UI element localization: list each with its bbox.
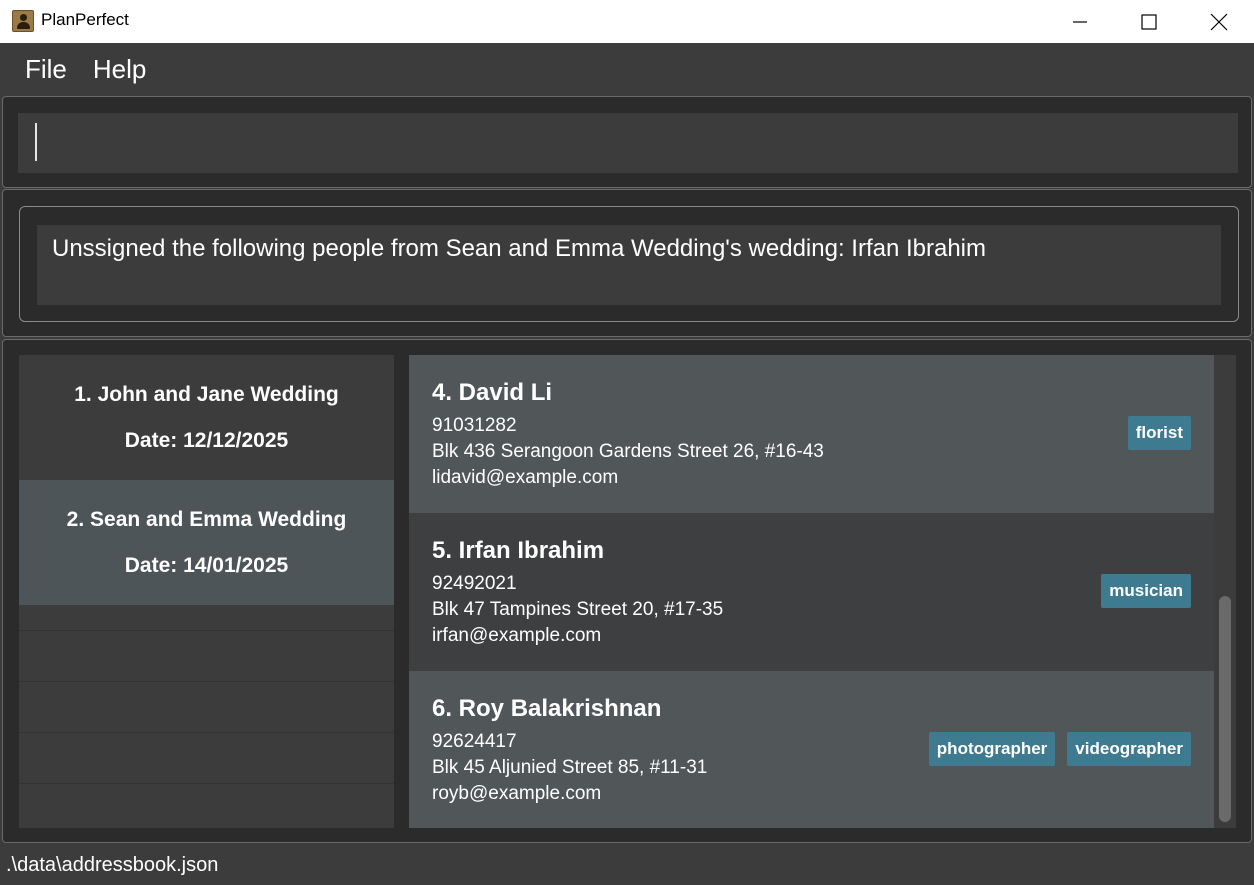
- person-list-scrollbar[interactable]: [1214, 355, 1236, 828]
- person-card[interactable]: 6. Roy Balakrishnan 92624417 Blk 45 Alju…: [409, 671, 1214, 828]
- person-name: 6. Roy Balakrishnan: [432, 695, 662, 722]
- tag-badge: florist: [1127, 416, 1191, 450]
- wedding-card[interactable]: 1. John and Jane Wedding Date: 12/12/202…: [19, 355, 394, 480]
- command-box-panel: [2, 96, 1252, 188]
- tag-list: photographer videographer: [928, 732, 1191, 766]
- title-bar: PlanPerfect: [0, 0, 1254, 43]
- maximize-button[interactable]: [1114, 0, 1184, 43]
- close-button[interactable]: [1184, 0, 1254, 43]
- person-phone: 92492021: [432, 573, 517, 594]
- app-icon: [12, 10, 34, 32]
- scrollbar-thumb[interactable]: [1219, 596, 1231, 822]
- result-display-frame: Unssigned the following people from Sean…: [19, 206, 1239, 322]
- person-name: 5. Irfan Ibrahim: [432, 537, 605, 564]
- empty-list-row: [19, 733, 394, 784]
- result-message: Unssigned the following people from Sean…: [52, 235, 986, 262]
- wedding-date: Date: 14/01/2025: [124, 553, 289, 577]
- person-phone: 91031282: [432, 415, 517, 436]
- person-email: irfan@example.com: [432, 625, 602, 646]
- empty-list-row: [19, 605, 394, 631]
- person-email: lidavid@example.com: [432, 467, 619, 488]
- wedding-list[interactable]: 1. John and Jane Wedding Date: 12/12/202…: [19, 355, 394, 828]
- status-bar: .\data\addressbook.json: [0, 845, 1254, 885]
- minimize-button[interactable]: [1045, 0, 1115, 43]
- wedding-date: Date: 12/12/2025: [124, 428, 289, 452]
- empty-list-row: [19, 682, 394, 733]
- result-display-panel: Unssigned the following people from Sean…: [2, 189, 1252, 337]
- wedding-name: 2. Sean and Emma Wedding: [66, 507, 347, 531]
- tag-list: musician: [1101, 574, 1191, 608]
- tag-badge: photographer: [928, 732, 1056, 766]
- data-file-path: .\data\addressbook.json: [6, 854, 219, 876]
- wedding-name: 1. John and Jane Wedding: [74, 382, 339, 406]
- tag-list: florist: [1127, 416, 1191, 450]
- close-icon: [1210, 13, 1228, 30]
- person-card[interactable]: 5. Irfan Ibrahim 92492021 Blk 47 Tampine…: [409, 513, 1214, 671]
- person-email: royb@example.com: [432, 783, 602, 804]
- person-list[interactable]: 4. David Li 91031282 Blk 436 Serangoon G…: [409, 355, 1214, 828]
- result-display[interactable]: Unssigned the following people from Sean…: [37, 225, 1221, 305]
- person-address: Blk 47 Tampines Street 20, #17-35: [432, 599, 724, 620]
- tag-badge: musician: [1101, 574, 1191, 608]
- list-panel: 1. John and Jane Wedding Date: 12/12/202…: [2, 339, 1252, 843]
- wedding-card-selected[interactable]: 2. Sean and Emma Wedding Date: 14/01/202…: [19, 480, 394, 605]
- text-caret: [35, 123, 37, 161]
- person-card[interactable]: 4. David Li 91031282 Blk 436 Serangoon G…: [409, 355, 1214, 513]
- person-name: 4. David Li: [432, 379, 553, 406]
- menu-file[interactable]: File: [0, 54, 81, 85]
- person-address: Blk 436 Serangoon Gardens Street 26, #16…: [432, 441, 824, 462]
- command-input[interactable]: [18, 113, 1238, 173]
- tag-badge: videographer: [1067, 732, 1191, 766]
- empty-list-row: [19, 631, 394, 682]
- maximize-icon: [1141, 13, 1157, 30]
- minimize-icon: [1073, 20, 1087, 23]
- menu-bar: File Help: [0, 43, 1254, 95]
- menu-help[interactable]: Help: [81, 54, 160, 85]
- window-title: PlanPerfect: [41, 10, 129, 29]
